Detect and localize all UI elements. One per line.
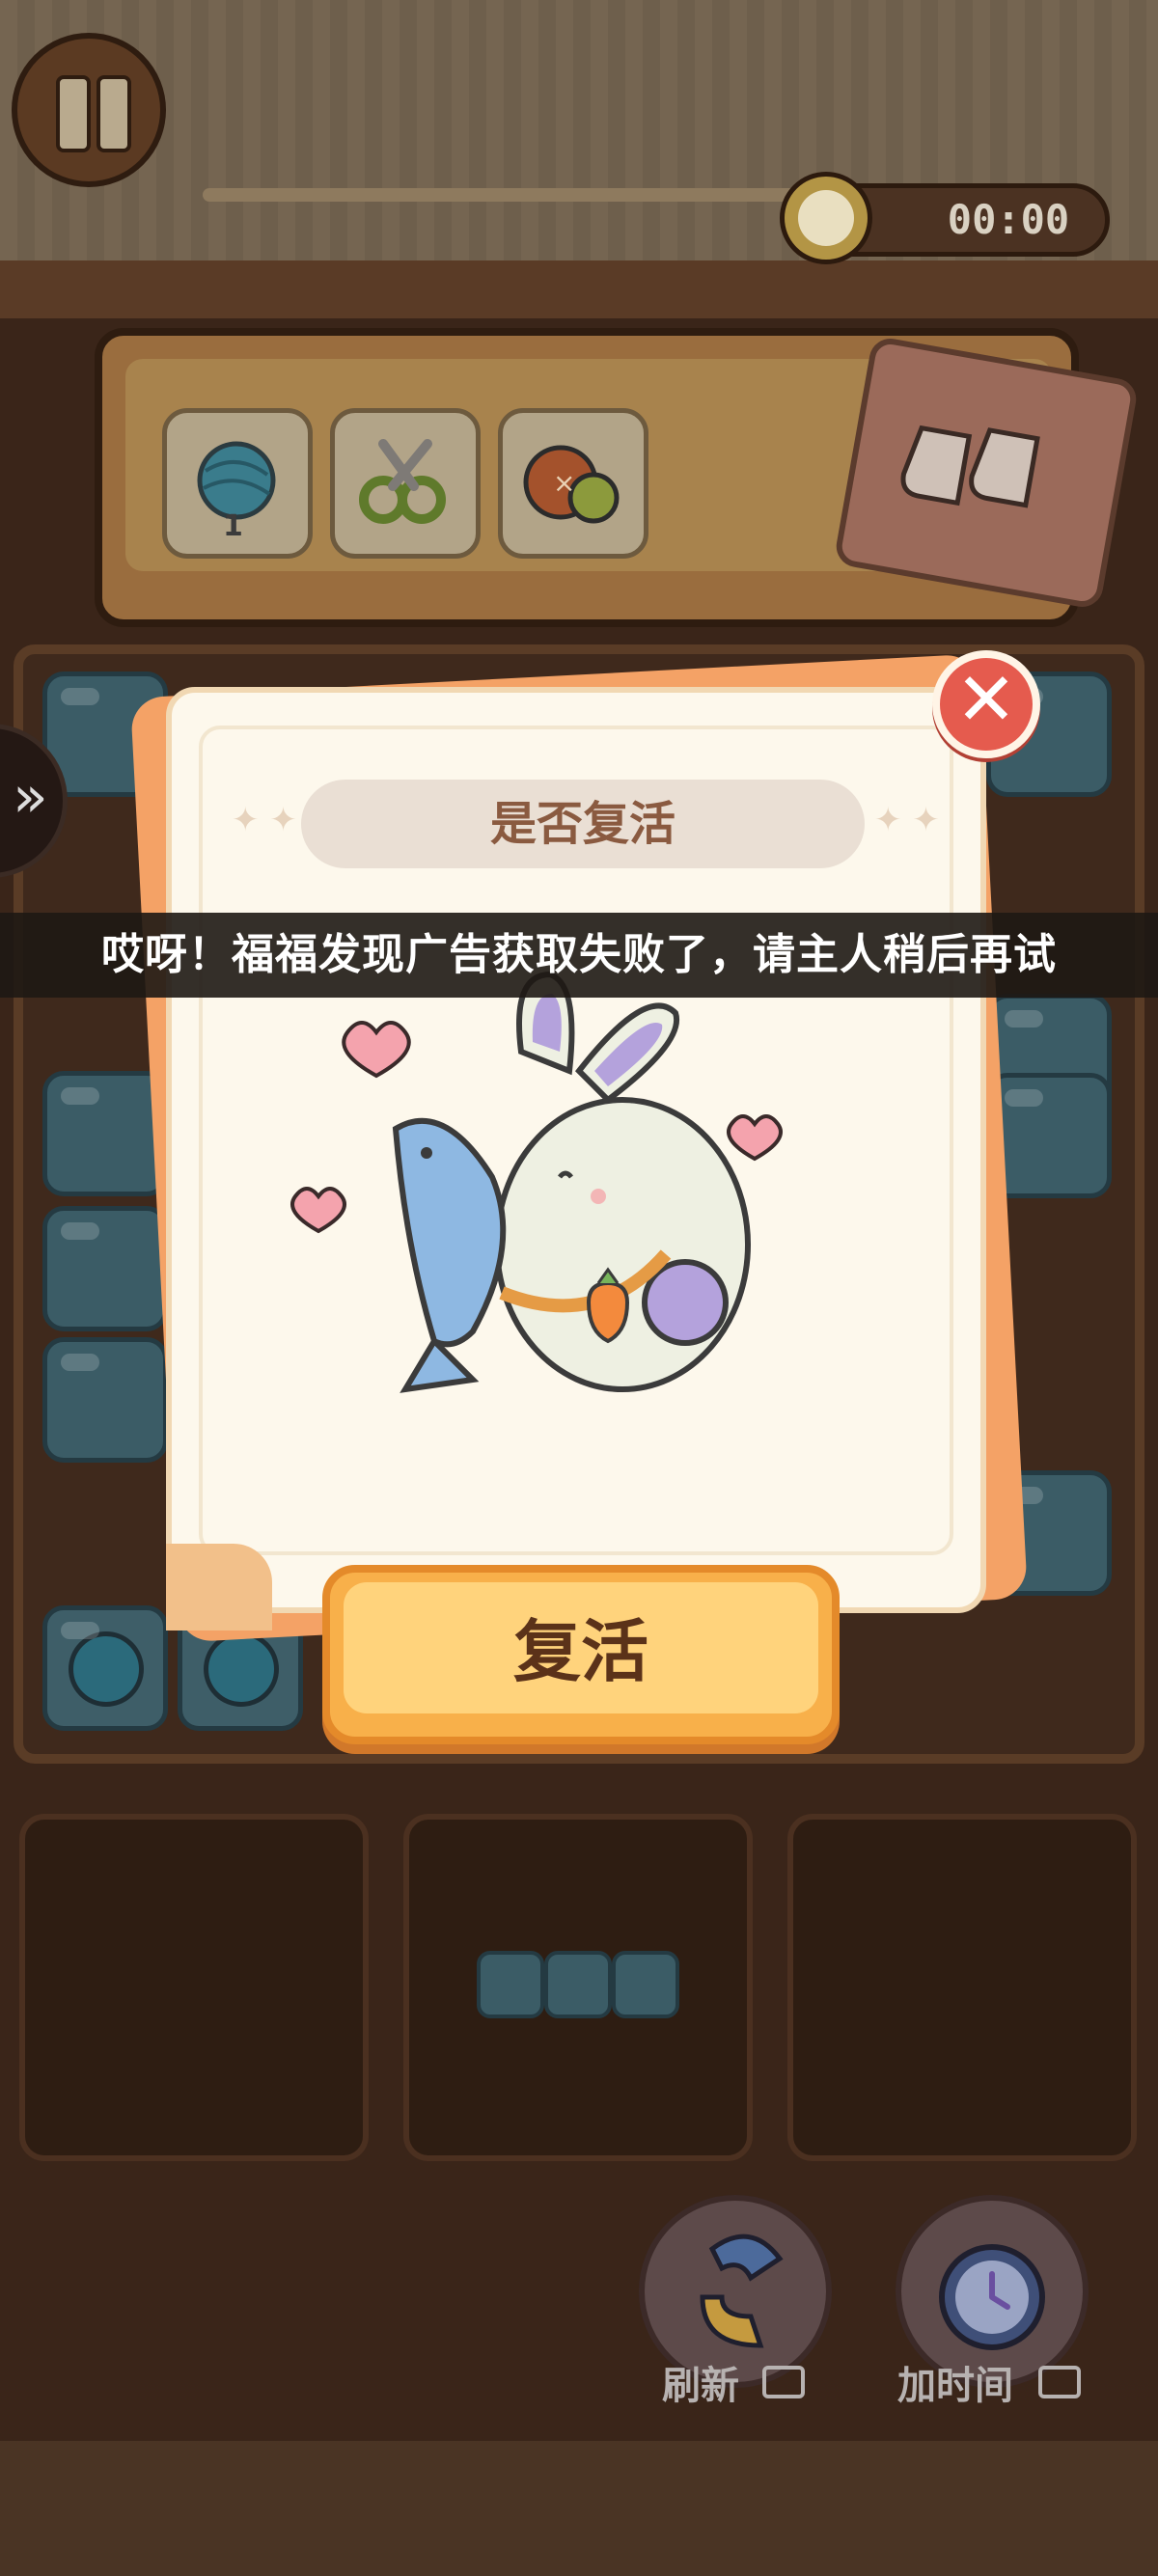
video-icon: [762, 2366, 805, 2398]
button-icon: ×: [523, 445, 620, 524]
dialog-title: 是否复活: [301, 780, 865, 868]
heart-icon: [342, 1021, 411, 1079]
shoes-icon: [900, 425, 1040, 508]
piece-slot[interactable]: [787, 1814, 1137, 2161]
revive-button-label: 复活: [513, 1612, 648, 1691]
board-cell[interactable]: [42, 1071, 168, 1196]
bunny-with-fish-illustration: [290, 971, 783, 1393]
dialog-corner-fold: [166, 1544, 272, 1631]
pause-button[interactable]: [12, 33, 166, 187]
clothes-rail: [203, 188, 820, 202]
piece-slot[interactable]: [19, 1814, 369, 2161]
close-icon: ✕: [955, 656, 1017, 742]
close-button[interactable]: ✕: [932, 650, 1040, 758]
fish: [392, 1117, 507, 1393]
piece-block[interactable]: [544, 1951, 612, 2018]
pause-icon: [96, 75, 131, 152]
svg-text:×: ×: [553, 467, 575, 499]
board-cell-yarn[interactable]: [42, 1605, 168, 1731]
heart-icon: [290, 1187, 346, 1234]
yarn-ball-icon: [69, 1631, 144, 1707]
toast-message: 哎呀！福福发现广告获取失败了，请主人稍后再试: [0, 913, 1158, 998]
timer-text: 00:00: [947, 196, 1070, 243]
video-icon: [1038, 2366, 1081, 2398]
sparkle-icon: ✦ ✦: [232, 801, 297, 839]
bottom-decoration: [0, 2441, 1158, 2576]
piece-block[interactable]: [612, 1951, 679, 2018]
revive-button[interactable]: 复活: [322, 1565, 840, 1744]
yarn-ball-icon: [204, 1631, 279, 1707]
board-cell[interactable]: [42, 1337, 168, 1463]
alarm-clock-icon: [780, 172, 872, 264]
sparkle-icon: ✦ ✦: [874, 801, 940, 839]
refresh-label: 刷新: [662, 2364, 739, 2408]
heart-icon: [727, 1114, 783, 1162]
piece-block[interactable]: [477, 1951, 544, 2018]
pause-icon: [56, 75, 91, 152]
bunny: [494, 971, 751, 1392]
shelf: [0, 260, 1158, 318]
scissors-icon: [359, 439, 446, 524]
chevron-right-icon: »: [13, 763, 48, 831]
tray-slot-button: ×: [498, 408, 648, 559]
add-time-label: 加时间: [897, 2364, 1013, 2408]
board-cell[interactable]: [42, 1206, 168, 1331]
tray-slot-yarn: 1: [162, 408, 313, 559]
target-card: [833, 335, 1140, 611]
yarn-count: 1: [223, 509, 243, 543]
clock-face: [798, 190, 854, 246]
tray-slot-scissors: [330, 408, 481, 559]
